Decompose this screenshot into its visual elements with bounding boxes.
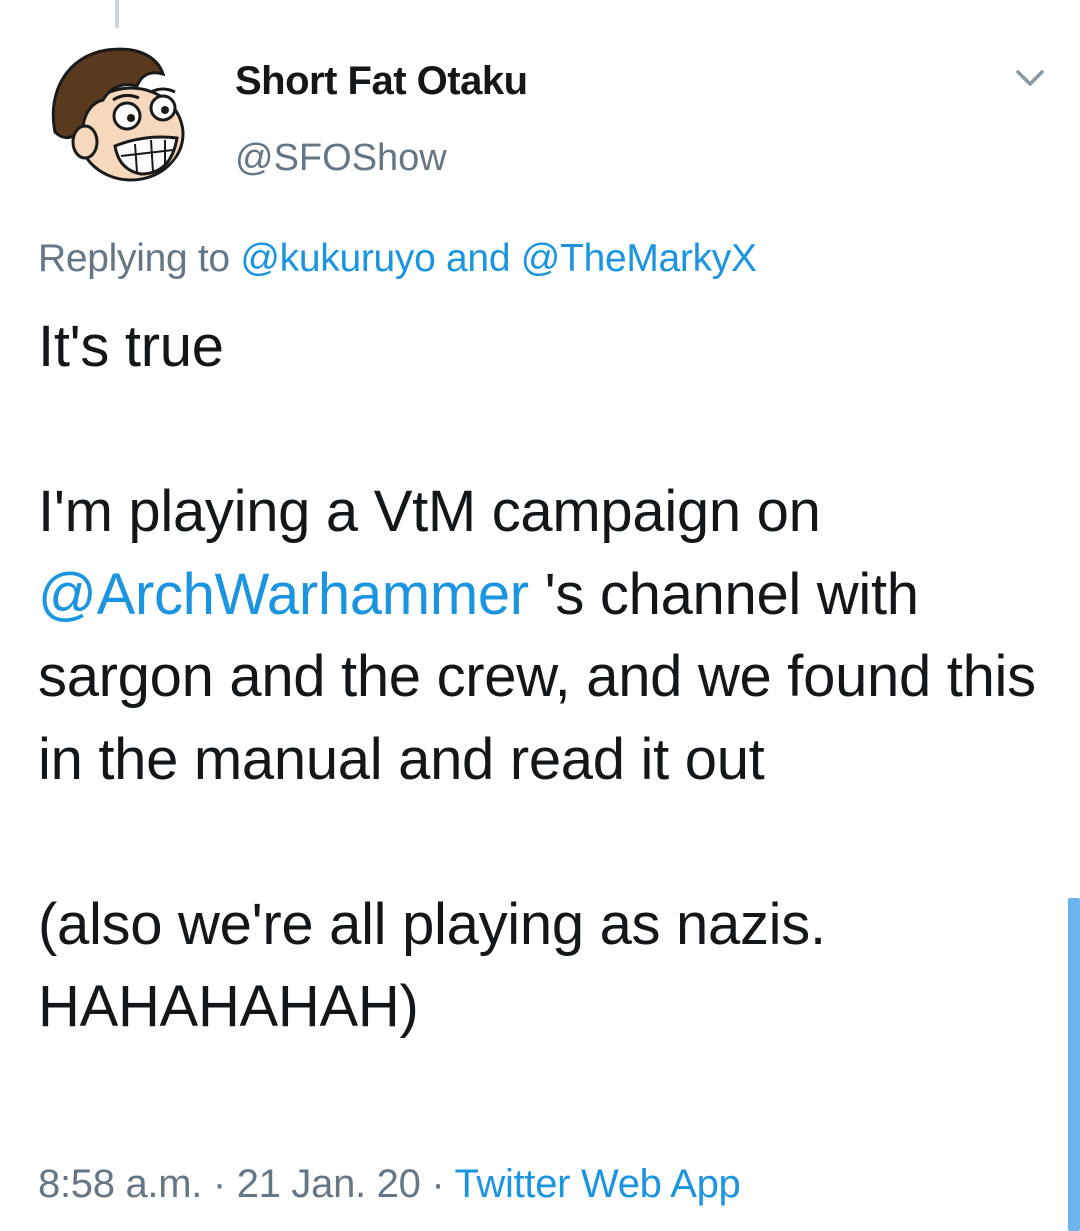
reply-mention-themarkyx[interactable]: @TheMarkyX — [521, 237, 757, 280]
tweet-source-link[interactable]: Twitter Web App — [454, 1162, 740, 1206]
tweet-spacer-1: ​ — [38, 389, 1048, 472]
tweet-time[interactable]: 8:58 a.m. — [38, 1162, 202, 1206]
reply-context: Replying to @kukuruyo and @TheMarkyX — [38, 234, 757, 284]
scrollbar-thumb[interactable] — [1068, 898, 1080, 1231]
tweet-meta: 8:58 a.m. · 21 Jan. 20 · Twitter Web App — [38, 1158, 741, 1210]
avatar[interactable] — [45, 42, 191, 188]
meta-separator: · — [420, 1162, 455, 1206]
reply-context-prefix: Replying to — [38, 237, 241, 280]
reply-context-conjunction: and — [435, 237, 521, 280]
tweet-date[interactable]: 21 Jan. 20 — [237, 1162, 421, 1206]
paragraph-2-before: I'm playing a VtM campaign on — [38, 479, 837, 544]
author-handle[interactable]: @SFOShow — [235, 136, 528, 180]
tweet-text-line-1: It's true — [38, 314, 224, 379]
thread-connector-line — [115, 0, 119, 28]
mention-archwarhammer[interactable]: @ArchWarhammer — [38, 562, 529, 627]
avatar-cartoon-image — [51, 47, 185, 182]
tweet-spacer-2: ​ — [38, 801, 1048, 884]
tweet-text-paragraph-3: (also we're all playing as nazis. HAHAHA… — [38, 891, 842, 1040]
chevron-down-icon[interactable] — [1010, 60, 1050, 96]
meta-separator: · — [202, 1162, 237, 1206]
tweet-text-paragraph-2: I'm playing a VtM campaign on @ArchWarha… — [38, 471, 1048, 801]
tweet-body: It's true ​ I'm playing a VtM campaign o… — [38, 306, 1048, 1049]
tweet-author[interactable]: Short Fat Otaku @SFOShow — [235, 58, 528, 180]
reply-mention-kukuruyo[interactable]: @kukuruyo — [240, 237, 435, 280]
author-display-name[interactable]: Short Fat Otaku — [235, 58, 528, 104]
